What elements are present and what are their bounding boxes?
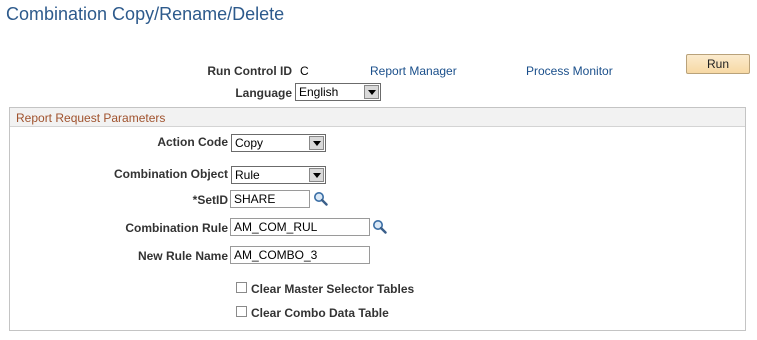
run-button[interactable]: Run	[686, 54, 750, 74]
setid-label: *SetID	[192, 193, 228, 207]
section-title: Report Request Parameters	[16, 111, 166, 125]
chevron-down-icon[interactable]	[364, 85, 379, 99]
language-label: Language	[235, 86, 292, 100]
setid-input[interactable]: SHARE	[230, 190, 310, 208]
chevron-down-icon[interactable]	[309, 136, 324, 150]
magnifier-icon[interactable]	[313, 191, 328, 206]
action-code-select[interactable]: Copy	[231, 134, 326, 152]
run-control-label: Run Control ID	[207, 64, 292, 78]
combination-rule-label: Combination Rule	[125, 221, 228, 235]
page-title: Combination Copy/Rename/Delete	[6, 4, 285, 24]
new-rule-name-label: New Rule Name	[137, 249, 228, 263]
clear-master-checkbox[interactable]	[236, 282, 247, 293]
chevron-down-icon[interactable]	[309, 168, 324, 182]
clear-combo-checkbox[interactable]	[236, 306, 247, 317]
run-control-value: C	[300, 64, 309, 78]
language-select-value: English	[299, 85, 339, 99]
clear-master-label: Clear Master Selector Tables	[251, 282, 415, 296]
action-code-value: Copy	[235, 136, 264, 150]
clear-combo-label: Clear Combo Data Table	[251, 306, 389, 320]
language-select[interactable]: English	[295, 83, 381, 101]
combination-object-label: Combination Object	[114, 167, 228, 181]
new-rule-name-input[interactable]: AM_COMBO_3	[230, 246, 370, 264]
combination-object-value: Rule	[235, 168, 260, 182]
action-code-label: Action Code	[157, 135, 228, 149]
combination-rule-input[interactable]: AM_COM_RUL	[230, 218, 370, 236]
report-manager-link[interactable]: Report Manager	[370, 64, 457, 78]
combination-object-select[interactable]: Rule	[231, 166, 326, 184]
process-monitor-link[interactable]: Process Monitor	[526, 64, 613, 78]
magnifier-icon[interactable]	[372, 219, 387, 234]
